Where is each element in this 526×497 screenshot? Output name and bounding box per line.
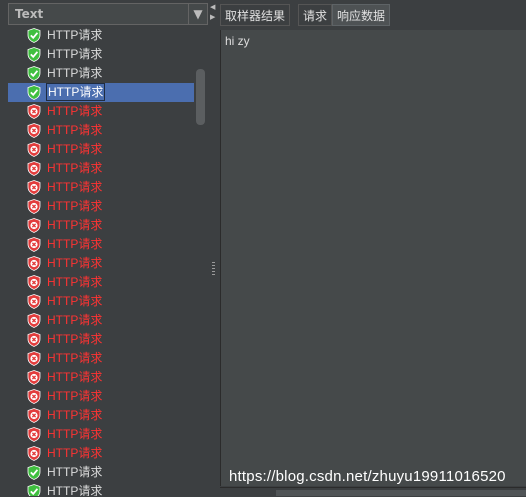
renderer-select-value: Text <box>15 7 44 21</box>
tree-row-label: HTTP请求 <box>46 83 106 101</box>
collapse-left-arrow-icon[interactable]: ◀ <box>210 4 215 11</box>
tree-row[interactable]: HTTP请求 <box>8 368 194 387</box>
tree-row[interactable]: HTTP请求 <box>8 83 194 102</box>
tree-row-label: HTTP请求 <box>47 237 103 251</box>
tree-row-label: HTTP请求 <box>47 465 103 479</box>
tree-row-label: HTTP请求 <box>47 199 103 213</box>
shield-check-icon <box>27 66 41 81</box>
tree-row[interactable]: HTTP请求 <box>8 121 194 140</box>
tree-row[interactable]: HTTP请求 <box>8 216 194 235</box>
shield-error-icon <box>27 123 41 138</box>
tree-row[interactable]: HTTP请求 <box>8 140 194 159</box>
tree-row-label: HTTP请求 <box>47 351 103 365</box>
tree-row[interactable]: HTTP请求 <box>8 273 194 292</box>
tree-row[interactable]: HTTP请求 <box>8 64 194 83</box>
shield-error-icon <box>27 218 41 233</box>
tree-row[interactable]: HTTP请求 <box>8 45 194 64</box>
tree-row[interactable]: HTTP请求 <box>8 178 194 197</box>
tree-row-label: HTTP请求 <box>47 256 103 270</box>
tree-row-label: HTTP请求 <box>47 142 103 156</box>
renderer-select[interactable]: Text ▼ <box>8 3 208 25</box>
response-text: hi zy <box>225 34 250 48</box>
shield-error-icon <box>27 370 41 385</box>
tree-row[interactable]: HTTP请求 <box>8 330 194 349</box>
tree-row[interactable]: HTTP请求 <box>8 26 194 45</box>
shield-error-icon <box>27 237 41 252</box>
shield-error-icon <box>27 256 41 271</box>
results-tree-panel: Text ▼ HTTP请求 HTTP请求 HTTP请求 HTTP请求 HTTP请求 HTT… <box>0 0 209 496</box>
shield-check-icon <box>27 484 41 496</box>
expand-right-arrow-icon[interactable]: ▶ <box>210 14 215 21</box>
shield-check-icon <box>27 465 41 480</box>
tree-row-label: HTTP请求 <box>47 427 103 441</box>
tree-row-label: HTTP请求 <box>47 218 103 232</box>
tree-row-label: HTTP请求 <box>47 370 103 384</box>
tree-row-label: HTTP请求 <box>47 408 103 422</box>
tree-row-label: HTTP请求 <box>47 28 103 42</box>
shield-error-icon <box>27 294 41 309</box>
tree-row-label: HTTP请求 <box>47 484 103 496</box>
shield-error-icon <box>27 332 41 347</box>
tab-request[interactable]: 请求 <box>298 4 333 26</box>
tree-row[interactable]: HTTP请求 <box>8 159 194 178</box>
tree-row[interactable]: HTTP请求 <box>8 482 194 496</box>
tree-row[interactable]: HTTP请求 <box>8 387 194 406</box>
tree-row[interactable]: HTTP请求 <box>8 444 194 463</box>
tree-row[interactable]: HTTP请求 <box>8 292 194 311</box>
splitter-grip-icon[interactable] <box>212 262 215 276</box>
shield-error-icon <box>27 142 41 157</box>
tree-row-label: HTTP请求 <box>47 66 103 80</box>
pane-splitter[interactable]: ◀ ▶ <box>209 0 218 496</box>
response-data-area[interactable]: hi zy <box>220 30 526 486</box>
tree-row-label: HTTP请求 <box>47 180 103 194</box>
shield-check-icon <box>27 28 41 43</box>
tree-row[interactable]: HTTP请求 <box>8 349 194 368</box>
shield-error-icon <box>27 275 41 290</box>
tree-row[interactable]: HTTP请求 <box>8 254 194 273</box>
tree-row-label: HTTP请求 <box>47 446 103 460</box>
tree-row-label: HTTP请求 <box>47 123 103 137</box>
tab-sampler-result[interactable]: 取样器结果 <box>220 4 291 26</box>
tree-row[interactable]: HTTP请求 <box>8 102 194 121</box>
tree-row[interactable]: HTTP请求 <box>8 406 194 425</box>
tree-row-label: HTTP请求 <box>47 332 103 346</box>
shield-error-icon <box>27 389 41 404</box>
shield-error-icon <box>27 104 41 119</box>
shield-error-icon <box>27 313 41 328</box>
shield-error-icon <box>27 427 41 442</box>
tree-row-label: HTTP请求 <box>47 161 103 175</box>
shield-error-icon <box>27 408 41 423</box>
shield-error-icon <box>27 161 41 176</box>
tree-row[interactable]: HTTP请求 <box>8 463 194 482</box>
tree-row-label: HTTP请求 <box>47 389 103 403</box>
shield-check-icon <box>27 47 41 62</box>
tree-row-label: HTTP请求 <box>47 294 103 308</box>
tree-row[interactable]: HTTP请求 <box>8 197 194 216</box>
tree-row-label: HTTP请求 <box>47 313 103 327</box>
tree-row-label: HTTP请求 <box>47 104 103 118</box>
shield-error-icon <box>27 446 41 461</box>
tree-scrollbar[interactable] <box>196 69 205 125</box>
horizontal-scrollbar-thumb[interactable] <box>276 490 526 496</box>
watermark-text: https://blog.csdn.net/zhuyu19911016520 <box>229 468 506 485</box>
tree-row[interactable]: HTTP请求 <box>8 311 194 330</box>
shield-error-icon <box>27 180 41 195</box>
chevron-down-icon[interactable]: ▼ <box>188 4 207 24</box>
tab-response-data[interactable]: 响应数据 <box>332 4 391 26</box>
tree-row-label: HTTP请求 <box>47 47 103 61</box>
shield-check-icon <box>27 85 41 100</box>
tree-row[interactable]: HTTP请求 <box>8 425 194 444</box>
tree-row[interactable]: HTTP请求 <box>8 235 194 254</box>
shield-error-icon <box>27 351 41 366</box>
tree-row-label: HTTP请求 <box>47 275 103 289</box>
shield-error-icon <box>27 199 41 214</box>
sampler-tree[interactable]: HTTP请求 HTTP请求 HTTP请求 HTTP请求 HTTP请求 HTTP请求 HTTP… <box>8 26 194 496</box>
